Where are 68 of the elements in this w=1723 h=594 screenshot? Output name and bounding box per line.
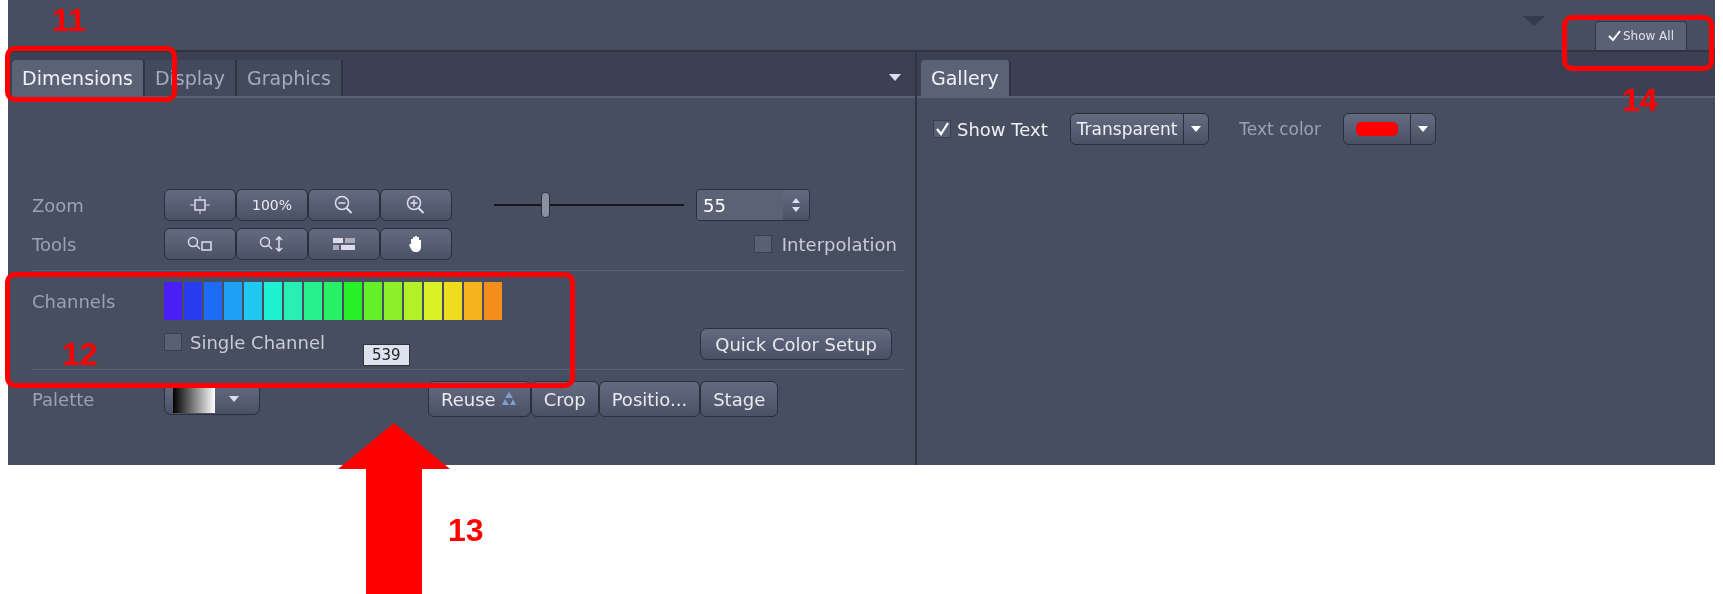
zoom-slider[interactable]: [494, 190, 684, 220]
collapse-icon[interactable]: [1522, 16, 1545, 26]
channel-swatch[interactable]: [304, 282, 322, 320]
tab[interactable]: Gallery: [921, 60, 1011, 96]
background-dropdown[interactable]: Transparent: [1069, 113, 1210, 145]
dropdown-icon: [1191, 126, 1202, 132]
tiles-button[interactable]: [308, 228, 380, 260]
zoom-spinbox[interactable]: 55: [696, 189, 810, 221]
zoom-in-icon: [405, 195, 427, 215]
channel-swatch[interactable]: [384, 282, 402, 320]
channel-swatch[interactable]: [164, 282, 182, 320]
channel-swatch[interactable]: [404, 282, 422, 320]
callout-number: 14: [1622, 84, 1658, 116]
zoom-100-button[interactable]: 100%: [236, 189, 308, 221]
zoom-out-icon: [333, 195, 355, 215]
interpolation-label: Interpolation: [781, 233, 897, 255]
zoom-out-button[interactable]: [308, 189, 380, 221]
interpolation-checkbox[interactable]: [753, 235, 772, 253]
fit-button[interactable]: [164, 189, 236, 221]
hand-icon: [408, 235, 424, 253]
recycle-icon: [499, 391, 518, 407]
text-color-label: Text color: [1239, 119, 1321, 139]
single-channel-label: Single Channel: [190, 331, 325, 353]
fit-icon: [189, 196, 211, 214]
palette-label: Palette: [32, 388, 96, 410]
tab[interactable]: Dimensions: [12, 60, 145, 96]
zoom-in-button[interactable]: [380, 189, 452, 221]
text-color-dropdown[interactable]: [1343, 113, 1436, 145]
tooltip: 539: [363, 343, 410, 366]
channel-swatch[interactable]: [464, 282, 482, 320]
channel-swatch[interactable]: [264, 282, 282, 320]
channels-label: Channels: [32, 290, 117, 312]
tab[interactable]: Graphics: [236, 60, 343, 96]
callout-number: 13: [448, 514, 484, 546]
tiles-icon: [332, 237, 356, 251]
channel-swatch[interactable]: [184, 282, 202, 320]
show-text-checkbox[interactable]: [933, 120, 951, 138]
tools-label: Tools: [32, 233, 78, 255]
quick-color-setup-button[interactable]: Quick Color Setup: [700, 328, 892, 360]
channel-swatch[interactable]: [324, 282, 342, 320]
hand-button[interactable]: [380, 228, 452, 260]
dropdown-icon[interactable]: [889, 74, 901, 81]
channel-swatch[interactable]: [224, 282, 242, 320]
zoom-label: Zoom: [32, 194, 85, 216]
zoom-drag-button[interactable]: [236, 228, 308, 260]
channel-swatch[interactable]: [284, 282, 302, 320]
channel-swatch[interactable]: [444, 282, 462, 320]
zoom-rectangle-icon: [187, 236, 213, 252]
channel-swatch[interactable]: [344, 282, 362, 320]
checkmark-icon: [1607, 30, 1621, 42]
channel-swatch[interactable]: [424, 282, 442, 320]
callout-number: 12: [62, 338, 98, 370]
show-all-tab[interactable]: Show All: [1594, 21, 1687, 50]
channel-swatch[interactable]: [204, 282, 222, 320]
zoom-drag-icon: [259, 236, 285, 252]
palette-action-button[interactable]: Positio...: [598, 381, 701, 417]
channel-swatch[interactable]: [484, 282, 502, 320]
channel-swatch[interactable]: [244, 282, 262, 320]
slider-thumb[interactable]: [541, 192, 551, 218]
zoom-rect-button[interactable]: [164, 228, 236, 260]
spin-arrows-icon: [792, 198, 800, 212]
dropdown-icon: [1418, 126, 1428, 132]
channel-swatch[interactable]: [364, 282, 382, 320]
single-channel-checkbox[interactable]: [164, 333, 182, 351]
dropdown-icon: [229, 396, 239, 402]
palette-action-button[interactable]: Stage: [700, 381, 779, 417]
callout-number: 11: [52, 4, 86, 36]
show-text-label: Show Text: [957, 118, 1048, 140]
